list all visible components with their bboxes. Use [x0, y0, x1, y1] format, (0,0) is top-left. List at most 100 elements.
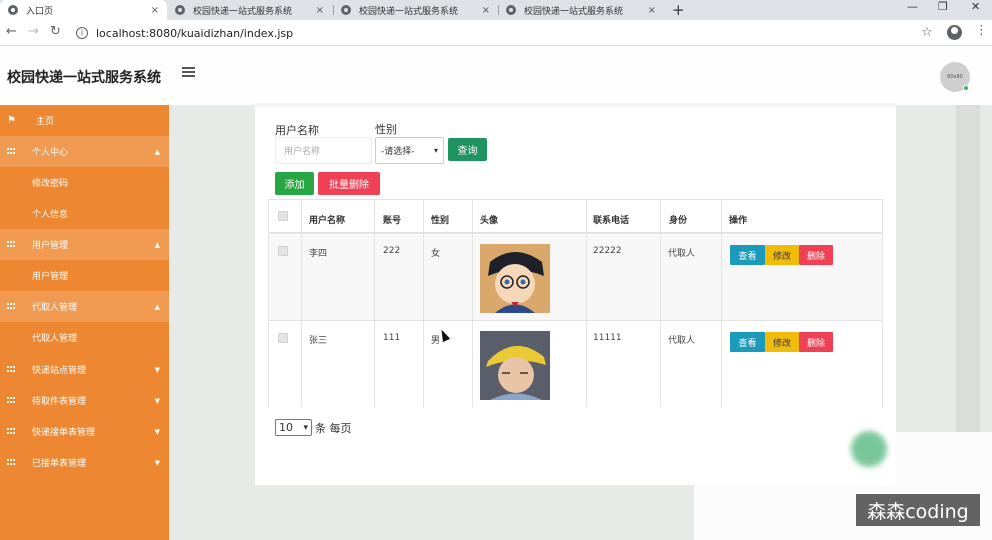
sidebar-group-order-taking[interactable]: 快递接单表管理 ▼ [0, 416, 169, 447]
sidebar-item-label: 快递站点管理 [32, 366, 87, 376]
forward-arrow-icon[interactable]: → [28, 24, 39, 39]
view-button[interactable]: 查看 [730, 245, 765, 265]
sidebar-item-courier-management[interactable]: 代取人管理 [0, 322, 169, 353]
restore-icon[interactable]: ❐ [938, 0, 948, 13]
table-row: 张三 111 男 11111 代取人 查看 修改 删除 [269, 322, 882, 408]
row-checkbox[interactable] [278, 246, 288, 256]
select-all-checkbox[interactable] [278, 211, 288, 221]
sidebar-group-courier-management[interactable]: 代取人管理 ▲ [0, 291, 169, 322]
menu-kebab-icon[interactable]: ⋮ [975, 23, 988, 38]
cell-account: 222 [383, 246, 401, 256]
cell-phone: 11111 [593, 333, 622, 343]
view-button[interactable]: 查看 [730, 332, 765, 352]
tab-title: 校园快递一站式服务系统 [359, 6, 459, 17]
delete-button[interactable]: 删除 [799, 332, 833, 352]
avatar-placeholder-text: 80x80 [947, 74, 963, 80]
chevron-down-icon: ▼ [154, 396, 160, 405]
sidebar-item-home[interactable]: ⚑ 主页 [0, 105, 169, 136]
grid-icon [7, 427, 16, 436]
chevron-down-icon: ▾ [433, 146, 438, 155]
sidebar-group-taken-orders[interactable]: 已接单表管理 ▼ [0, 447, 169, 478]
sidebar-group-personal-center[interactable]: 个人中心 ▲ [0, 136, 169, 167]
column-divider [374, 200, 375, 407]
cell-role: 代取人 [668, 336, 696, 346]
browser-tab-3[interactable]: 校园快递一站式服务系统 × [333, 0, 498, 20]
sidebar-item-label: 代取人管理 [32, 334, 78, 344]
sidebar-group-user-management[interactable]: 用户管理 ▲ [0, 229, 169, 260]
sidebar-item-label: 代取人管理 [32, 303, 78, 313]
close-icon[interactable]: × [648, 5, 656, 16]
window-close-icon[interactable]: ✕ [971, 0, 980, 13]
close-icon[interactable]: × [151, 5, 159, 16]
username-label: 用户名称 [275, 124, 319, 137]
col-header-account: 账号 [383, 216, 402, 226]
close-icon[interactable]: × [316, 5, 324, 16]
sidebar-item-personal-info[interactable]: 个人信息 [0, 198, 169, 229]
browser-tab-bar: 入口页 × 校园快递一站式服务系统 × 校园快递一站式服务系统 × 校园快递一站… [0, 0, 992, 20]
gender-select-value: -请选择- [381, 147, 415, 157]
cell-gender: 女 [431, 249, 441, 259]
reload-icon[interactable]: ↻ [50, 24, 61, 39]
row-checkbox[interactable] [278, 333, 288, 343]
query-button[interactable]: 查询 [448, 138, 487, 161]
batch-delete-button[interactable]: 批量删除 [318, 172, 380, 195]
grid-icon [7, 365, 16, 374]
url-field[interactable]: i localhost:8080/kuaidizhan/index.jsp [70, 23, 970, 43]
table-row: 李四 222 女 22222 代取人 查看 修改 删除 [269, 235, 882, 321]
floating-button[interactable] [851, 431, 887, 467]
globe-icon [175, 5, 185, 15]
col-header-avatar: 头像 [480, 216, 499, 226]
sidebar-item-label: 快递接单表管理 [32, 428, 96, 438]
edit-button[interactable]: 修改 [765, 245, 799, 265]
sidebar-item-change-password[interactable]: 修改密码 [0, 167, 169, 198]
new-tab-icon[interactable]: + [672, 1, 685, 19]
panel-top-border [255, 103, 896, 106]
back-arrow-icon[interactable]: ← [6, 24, 17, 39]
sidebar-item-label: 个人中心 [32, 148, 69, 158]
tab-title: 校园快递一站式服务系统 [524, 6, 624, 17]
cell-username: 李四 [309, 249, 328, 259]
page-size-select[interactable]: 10 ▾ [275, 419, 312, 436]
pagination: 10 ▾ 条 每页 [275, 419, 352, 436]
browser-tab-2[interactable]: 校园快递一站式服务系统 × [167, 0, 332, 20]
edit-button[interactable]: 修改 [765, 332, 799, 352]
sidebar-group-station-management[interactable]: 快递站点管理 ▼ [0, 354, 169, 385]
col-header-actions: 操作 [729, 216, 748, 226]
bookmark-star-icon[interactable]: ☆ [921, 25, 933, 40]
grid-icon [7, 302, 16, 311]
sidebar: ⚑ 主页 个人中心 ▲ 修改密码 个人信息 用户管理 ▲ 用户管理 代取人管理 … [0, 105, 169, 540]
delete-button[interactable]: 删除 [799, 245, 833, 265]
username-search-input[interactable]: 用户名称 [275, 137, 372, 164]
column-divider [586, 200, 587, 407]
cell-account: 111 [383, 333, 401, 343]
avatar[interactable]: 80x80 [940, 62, 970, 92]
info-icon[interactable]: i [76, 27, 88, 39]
flag-icon: ⚑ [7, 115, 16, 126]
page-size-value: 10 [279, 421, 293, 434]
browser-tab-4[interactable]: 校园快递一站式服务系统 × [498, 0, 664, 20]
globe-icon [341, 5, 351, 15]
gender-select[interactable]: -请选择- ▾ [375, 137, 444, 164]
chevron-down-icon: ▾ [303, 422, 308, 433]
user-avatar-photo [480, 244, 550, 313]
add-button[interactable]: 添加 [275, 172, 314, 195]
close-icon[interactable]: × [482, 5, 490, 16]
cell-phone: 22222 [593, 246, 622, 256]
hamburger-menu-icon[interactable] [182, 67, 195, 77]
chevron-down-icon: ▼ [154, 427, 160, 436]
globe-icon [8, 5, 18, 15]
sidebar-item-user-management[interactable]: 用户管理 [0, 260, 169, 291]
chevron-up-icon: ▲ [154, 240, 160, 249]
table-header-row: 用户名称 账号 性别 头像 联系电话 身份 操作 [269, 200, 882, 234]
sidebar-group-pending-pickup[interactable]: 待取件表管理 ▼ [0, 385, 169, 416]
app-header: 校园快递一站式服务系统 80x80 [0, 47, 992, 105]
col-header-gender: 性别 [431, 216, 450, 226]
profile-icon[interactable] [947, 25, 962, 40]
scrollbar-track[interactable] [956, 105, 980, 432]
browser-tab-1[interactable]: 入口页 × [0, 0, 167, 20]
column-divider [660, 200, 661, 407]
minimize-icon[interactable]: — [907, 0, 918, 13]
cell-username: 张三 [309, 336, 328, 346]
watermark-label: 森森coding [856, 494, 980, 526]
column-divider [721, 200, 722, 407]
